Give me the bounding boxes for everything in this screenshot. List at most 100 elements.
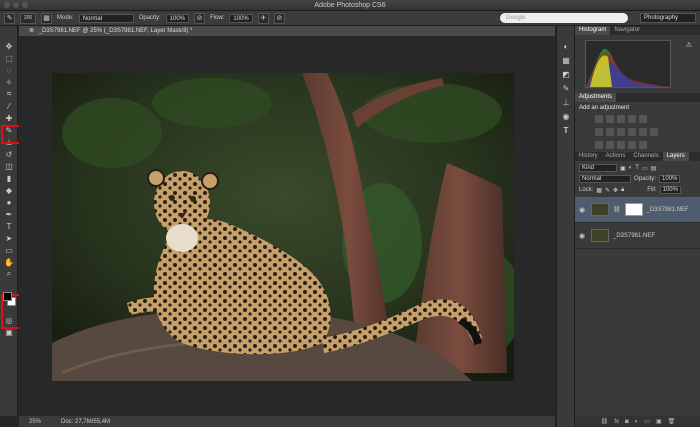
close-tab-icon[interactable]: ⊗: [29, 28, 34, 34]
layer-style-icon[interactable]: fx: [614, 419, 619, 425]
opacity-field[interactable]: 100%: [165, 13, 190, 23]
clone-source-panel-icon[interactable]: ⊥: [557, 96, 575, 108]
doc-size-info[interactable]: Doc: 27,7M/55,4M: [61, 419, 110, 425]
new-adjustment-layer-icon[interactable]: ◐: [635, 419, 639, 425]
character-panel-icon[interactable]: T: [557, 124, 575, 136]
color-panel-icon[interactable]: ◐: [557, 40, 575, 52]
layer-row[interactable]: ◉ ⛓ _D3S7981.NEF: [575, 197, 700, 223]
kind-filter-select[interactable]: Kind: [579, 164, 617, 172]
warning-icon[interactable]: ⚠: [686, 41, 692, 49]
filter-shape-icon[interactable]: ▭: [642, 165, 648, 172]
mask-link-icon[interactable]: ⛓: [613, 206, 621, 213]
vibrance-icon[interactable]: [639, 115, 647, 123]
selective-color-icon[interactable]: [628, 141, 636, 149]
zoom-level[interactable]: 25%: [29, 419, 41, 425]
filter-pixel-icon[interactable]: ▣: [620, 165, 626, 172]
photo-filter-icon[interactable]: [628, 128, 636, 136]
tab-histogram[interactable]: Histogram: [575, 26, 611, 35]
zoom-tool-icon[interactable]: ⌕: [0, 268, 18, 280]
dodge-tool-icon[interactable]: ●: [0, 196, 18, 208]
mode-select[interactable]: Normal: [78, 13, 134, 23]
tab-navigator[interactable]: Navigator: [610, 26, 644, 35]
blur-tool-icon[interactable]: ◆: [0, 184, 18, 196]
flow-field[interactable]: 100%: [229, 13, 253, 23]
exposure-icon[interactable]: [628, 115, 636, 123]
airbrush-icon[interactable]: ✈: [257, 12, 269, 24]
black-white-icon[interactable]: [617, 128, 625, 136]
levels-icon[interactable]: [606, 115, 614, 123]
add-adjustment-label: Add an adjustment: [579, 105, 630, 111]
lock-position-icon[interactable]: ✥: [613, 187, 618, 194]
foreground-color-swatch[interactable]: [3, 292, 12, 301]
layer-mask-thumbnail[interactable]: [624, 203, 643, 216]
tab-actions[interactable]: Actions: [602, 152, 630, 161]
styles-panel-icon[interactable]: ◩: [557, 68, 575, 80]
delete-layer-icon[interactable]: 🗑︎: [668, 418, 676, 425]
brush-panel-icon[interactable]: ▦: [41, 12, 52, 24]
pressure-opacity-icon[interactable]: ⊘: [194, 12, 206, 24]
document-tab[interactable]: ⊗ _D3S7981.NEF @ 25% (_D3S7981.NEF, Laye…: [19, 26, 555, 36]
layer-row[interactable]: ◉ _D3S7981.NEF: [575, 223, 700, 249]
crop-tool-icon[interactable]: ⌗: [0, 88, 18, 100]
leopard-photo[interactable]: [52, 73, 514, 381]
close-icon[interactable]: [4, 2, 10, 8]
gradient-map-icon[interactable]: [639, 141, 647, 149]
tab-channels[interactable]: Channels: [629, 152, 662, 161]
brightness-icon[interactable]: [595, 115, 603, 123]
workspace-select[interactable]: Photography: [640, 13, 696, 23]
pen-tool-icon[interactable]: ✒: [0, 208, 18, 220]
layer-name[interactable]: _D3S7981.NEF: [647, 207, 689, 213]
threshold-icon[interactable]: [617, 141, 625, 149]
new-group-icon[interactable]: ▭: [644, 418, 650, 425]
color-balance-icon[interactable]: [606, 128, 614, 136]
link-layers-icon[interactable]: ⛓: [601, 418, 609, 425]
lock-transparency-icon[interactable]: ▦: [596, 187, 602, 194]
lock-all-icon[interactable]: 🔒︎: [621, 187, 624, 194]
hand-tool-icon[interactable]: ✋: [0, 256, 18, 268]
channel-mixer-icon[interactable]: [639, 128, 647, 136]
minimize-icon[interactable]: [13, 2, 19, 8]
window-controls[interactable]: [4, 2, 28, 8]
3d-panel-icon[interactable]: ◉: [557, 110, 575, 122]
path-selection-tool-icon[interactable]: ➤: [0, 232, 18, 244]
history-brush-tool-icon[interactable]: ↺: [0, 148, 18, 160]
visibility-eye-icon[interactable]: ◉: [579, 206, 587, 214]
brush-preset-icon[interactable]: ✎: [4, 12, 15, 24]
layer-opacity-field[interactable]: 100%: [659, 175, 681, 183]
hue-saturation-icon[interactable]: [595, 128, 603, 136]
blend-mode-select[interactable]: Normal: [579, 175, 631, 183]
invert-icon[interactable]: [595, 141, 603, 149]
new-layer-icon[interactable]: ▣: [656, 418, 662, 425]
zoom-icon[interactable]: [22, 2, 28, 8]
search-input[interactable]: Google: [500, 13, 628, 23]
layers-bottom-bar: ⛓ fx ◙ ◐ ▭ ▣ 🗑︎: [575, 416, 700, 427]
lasso-tool-icon[interactable]: ◌: [0, 64, 18, 76]
pressure-size-icon[interactable]: ⊘: [273, 12, 285, 24]
curves-icon[interactable]: [617, 115, 625, 123]
eyedropper-tool-icon[interactable]: ⁄: [0, 100, 18, 112]
swatches-panel-icon[interactable]: ▦: [557, 54, 575, 66]
quick-selection-tool-icon[interactable]: ✧: [0, 76, 18, 88]
layer-name[interactable]: _D3S7981.NEF: [613, 233, 655, 239]
lock-pixels-icon[interactable]: ✎: [605, 187, 610, 194]
filter-adjustment-icon[interactable]: ◐: [629, 165, 633, 171]
brush-panel-icon-side[interactable]: ✎: [557, 82, 575, 94]
color-lookup-icon[interactable]: [650, 128, 658, 136]
tab-layers[interactable]: Layers: [662, 152, 689, 161]
brush-size-picker[interactable]: 200: [20, 12, 36, 24]
filter-type-icon[interactable]: T: [635, 165, 639, 171]
gradient-tool-icon[interactable]: ▮: [0, 172, 18, 184]
posterize-icon[interactable]: [606, 141, 614, 149]
move-tool-icon[interactable]: ✥: [0, 40, 18, 52]
add-mask-icon[interactable]: ◙: [625, 419, 629, 425]
shape-tool-icon[interactable]: ▭: [0, 244, 18, 256]
filter-smart-icon[interactable]: ▤: [651, 165, 657, 172]
type-tool-icon[interactable]: T: [0, 220, 18, 232]
tab-history[interactable]: History: [575, 152, 602, 161]
fill-field[interactable]: 100%: [659, 186, 681, 194]
tab-adjustments[interactable]: Adjustments: [575, 93, 617, 102]
eraser-tool-icon[interactable]: ◫: [0, 160, 18, 172]
visibility-eye-icon[interactable]: ◉: [579, 232, 587, 240]
marquee-tool-icon[interactable]: ⬚: [0, 52, 18, 64]
spot-healing-tool-icon[interactable]: ✚: [0, 112, 18, 124]
